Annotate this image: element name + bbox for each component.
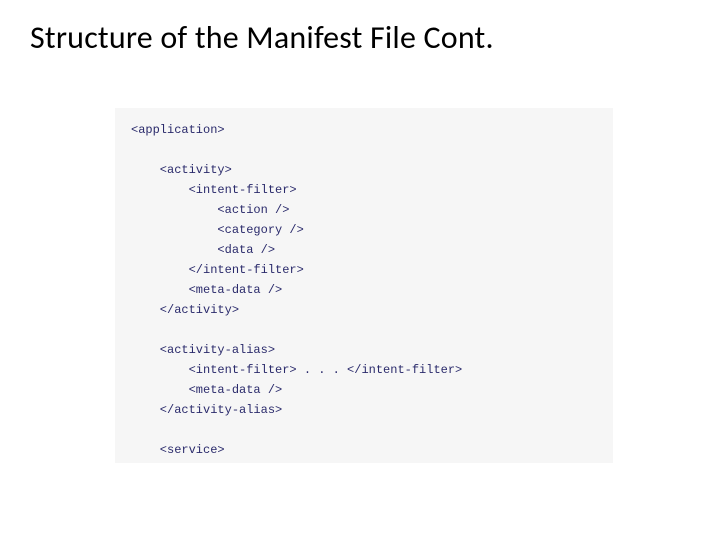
code-line: <category /> <box>131 223 304 237</box>
slide: Structure of the Manifest File Cont. <ap… <box>0 0 720 540</box>
code-line: <activity-alias> <box>131 343 275 357</box>
code-line: <data /> <box>131 243 275 257</box>
code-line: <meta-data /> <box>131 383 282 397</box>
code-line: </activity-alias> <box>131 403 282 417</box>
code-line: <meta-data /> <box>131 283 282 297</box>
code-line: <service> <box>131 443 225 457</box>
code-content: <application> <activity> <intent-filter>… <box>131 120 597 463</box>
code-line: <intent-filter> . . . </intent-filter> <box>131 363 462 377</box>
code-line: <action /> <box>131 203 289 217</box>
code-line: <intent-filter> <box>131 183 297 197</box>
code-line: <activity> <box>131 163 232 177</box>
slide-title: Structure of the Manifest File Cont. <box>30 18 690 57</box>
code-line: </activity> <box>131 303 239 317</box>
code-line: </intent-filter> <box>131 263 304 277</box>
code-line: <application> <box>131 123 225 137</box>
code-box: <application> <activity> <intent-filter>… <box>115 108 613 463</box>
